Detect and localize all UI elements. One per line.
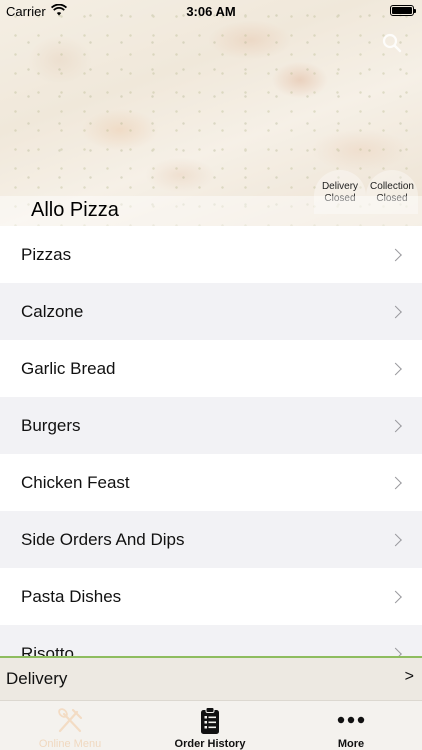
app-screen: Carrier 3:06 AM Delivery Closed Collecti… [0, 0, 422, 750]
menu-category-label: Pasta Dishes [21, 586, 122, 606]
menu-category-row[interactable]: Side Orders And Dips [0, 511, 422, 568]
chevron-right-icon [389, 590, 402, 603]
tab-online-menu[interactable]: Online Menu [0, 701, 140, 750]
order-mode-arrow: > [404, 668, 414, 685]
tab-bar: Online Menu Order History More [0, 700, 422, 750]
menu-category-row[interactable]: Pizzas [0, 226, 422, 283]
chevron-right-icon [389, 362, 402, 375]
menu-category-row[interactable]: Calzone [0, 283, 422, 340]
tab-label: Order History [174, 738, 246, 750]
menu-category-label: Side Orders And Dips [21, 529, 185, 549]
menu-category-label: Calzone [21, 301, 84, 321]
menu-category-row[interactable]: Pasta Dishes [0, 568, 422, 625]
clock: 3:06 AM [186, 4, 236, 19]
menu-category-list: Pizzas Calzone Garlic Bread Burgers Chic… [0, 226, 422, 656]
tab-order-history[interactable]: Order History [140, 701, 280, 750]
menu-category-label: Chicken Feast [21, 472, 130, 492]
battery-icon [390, 5, 416, 16]
menu-category-label: Risotto [21, 643, 74, 657]
collection-status-title: Collection [370, 181, 414, 192]
chevron-right-icon [389, 305, 402, 318]
tab-label: Online Menu [38, 738, 102, 750]
tab-more[interactable]: More [281, 701, 421, 750]
restaurant-name: Allo Pizza [31, 199, 119, 221]
menu-category-row[interactable]: Chicken Feast [0, 454, 422, 511]
search-icon[interactable] [382, 33, 402, 53]
delivery-status-title: Delivery [321, 181, 359, 192]
chevron-right-icon [389, 419, 402, 432]
chevron-right-icon [389, 248, 402, 261]
clipboard-icon [201, 707, 219, 734]
menu-category-row[interactable]: Burgers [0, 397, 422, 454]
menu-category-label: Burgers [21, 415, 81, 435]
order-mode-bar[interactable]: Delivery > [0, 656, 422, 700]
order-mode-label: Delivery [6, 669, 68, 688]
status-bar: Carrier 3:06 AM [0, 0, 422, 22]
chevron-right-icon [389, 647, 402, 656]
menu-category-row[interactable]: Garlic Bread [0, 340, 422, 397]
chevron-right-icon [389, 533, 402, 546]
menu-category-row[interactable]: Risotto [0, 625, 422, 656]
menu-category-label: Pizzas [21, 244, 72, 264]
chevron-right-icon [389, 476, 402, 489]
tab-label: More [337, 738, 365, 750]
more-dots-icon [337, 716, 365, 724]
fork-knife-icon [58, 708, 83, 733]
menu-category-label: Garlic Bread [21, 358, 116, 378]
